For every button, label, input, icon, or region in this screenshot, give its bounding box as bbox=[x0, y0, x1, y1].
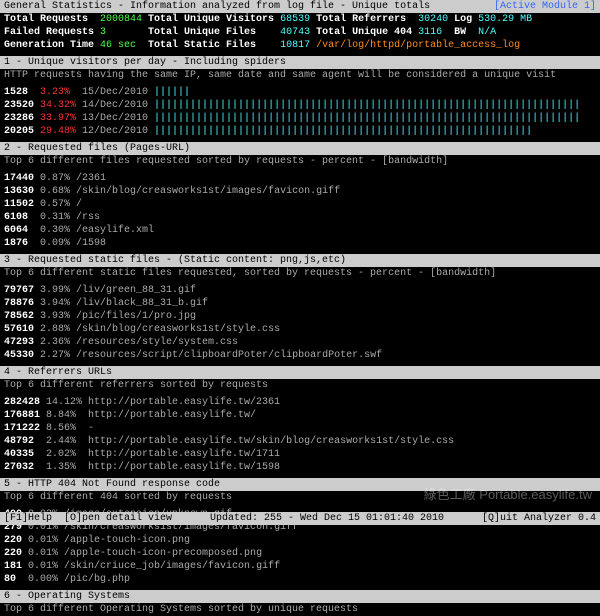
stats-row-2: Failed Requests3 Total Unique Files40743… bbox=[4, 26, 538, 39]
section-4-header: 4 - Referrers URLs bbox=[0, 366, 600, 379]
table-row: 403352.02%http://portable.easylife.tw/17… bbox=[4, 448, 460, 461]
section-2-sub: Top 6 different files requested sorted b… bbox=[0, 155, 600, 168]
table-row: 453302.27%/resources/script/clipboardPot… bbox=[4, 349, 388, 362]
table-row: 270321.35%http://portable.easylife.tw/15… bbox=[4, 461, 460, 474]
table-row: 115020.57%/ bbox=[4, 198, 346, 211]
table-row: 1810.01%/skin/criuce_job/images/favicon.… bbox=[4, 560, 304, 573]
table-row: 18760.09%/1598 bbox=[4, 237, 346, 250]
section-1-header: 1 - Unique visitors per day - Including … bbox=[0, 56, 600, 69]
section-6-sub: Top 6 different Operating Systems sorted… bbox=[0, 603, 600, 616]
table-row: 800.00%/pic/bg.php bbox=[4, 573, 304, 586]
section-3-sub: Top 6 different static files requested, … bbox=[0, 267, 600, 280]
table-row: 15283.23%15/Dec/2010|||||| bbox=[4, 86, 586, 99]
table-row: 2200.01%/apple-touch-icon.png bbox=[4, 534, 304, 547]
table-row: 1768818.84%http://portable.easylife.tw/ bbox=[4, 409, 460, 422]
stats-row-3: Generation Time46 sec Total Static Files… bbox=[4, 39, 538, 52]
footer-left[interactable]: [F1]Help [O]pen detail view bbox=[4, 512, 172, 525]
section-5-sub: Top 6 different 404 sorted by requests bbox=[0, 491, 600, 504]
table-row: 60640.30%/easylife.xml bbox=[4, 224, 346, 237]
table-row: 785623.93%/pic/files/1/pro.jpg bbox=[4, 310, 388, 323]
table-row: 174400.87%/2361 bbox=[4, 172, 346, 185]
section-4-sub: Top 6 different referrers sorted by requ… bbox=[0, 379, 600, 392]
section-2-header: 2 - Requested files (Pages-URL) bbox=[0, 142, 600, 155]
table-row: 576102.88%/skin/blog/creasworks1st/style… bbox=[4, 323, 388, 336]
footer-right[interactable]: [Q]uit Analyzer 0.4 bbox=[482, 512, 596, 525]
table-row: 1712228.56%- bbox=[4, 422, 460, 435]
table-row: 2020529.48%12/Dec/2010||||||||||||||||||… bbox=[4, 125, 586, 138]
table-row: 797673.99%/liv/green_88_31.gif bbox=[4, 284, 388, 297]
footer-center: Updated: 255 - Wed Dec 15 01:01:40 2010 bbox=[210, 512, 444, 525]
section-3-body: 797673.99%/liv/green_88_31.gif788763.94%… bbox=[0, 284, 600, 362]
table-row: 472932.36%/resources/style/system.css bbox=[4, 336, 388, 349]
active-module-badge: [Active Module 1] bbox=[494, 0, 596, 13]
section-4-body: 28242814.12%http://portable.easylife.tw/… bbox=[0, 396, 600, 474]
section-5-header: 5 - HTTP 404 Not Found response code bbox=[0, 478, 600, 491]
section-2-body: 174400.87%/2361136300.68%/skin/blog/crea… bbox=[0, 172, 600, 250]
section-3-header: 3 - Requested static files - (Static con… bbox=[0, 254, 600, 267]
log-file-path: /var/log/httpd/portable_access_log bbox=[316, 39, 538, 52]
general-stats: Total Requests2000844 Total Unique Visit… bbox=[0, 13, 600, 52]
table-row: 2352034.32%14/Dec/2010||||||||||||||||||… bbox=[4, 99, 586, 112]
footer-bar: [F1]Help [O]pen detail view Updated: 255… bbox=[0, 512, 600, 525]
section-1-sub: HTTP requests having the same IP, same d… bbox=[0, 69, 600, 82]
table-row: 788763.94%/liv/black_88_31_b.gif bbox=[4, 297, 388, 310]
table-row: 61080.31%/rss bbox=[4, 211, 346, 224]
stats-row-1: Total Requests2000844 Total Unique Visit… bbox=[4, 13, 538, 26]
table-row: 136300.68%/skin/blog/creasworks1st/image… bbox=[4, 185, 346, 198]
header-title: General Statistics - Information analyze… bbox=[4, 0, 430, 13]
table-row: 2200.01%/apple-touch-icon-precomposed.pn… bbox=[4, 547, 304, 560]
table-row: 28242814.12%http://portable.easylife.tw/… bbox=[4, 396, 460, 409]
table-row: 2328633.97%13/Dec/2010||||||||||||||||||… bbox=[4, 112, 586, 125]
section-6-header: 6 - Operating Systems bbox=[0, 590, 600, 603]
top-header: General Statistics - Information analyze… bbox=[0, 0, 600, 13]
table-row: 487922.44%http://portable.easylife.tw/sk… bbox=[4, 435, 460, 448]
section-1-body: 15283.23%15/Dec/2010||||||2352034.32%14/… bbox=[0, 86, 600, 138]
